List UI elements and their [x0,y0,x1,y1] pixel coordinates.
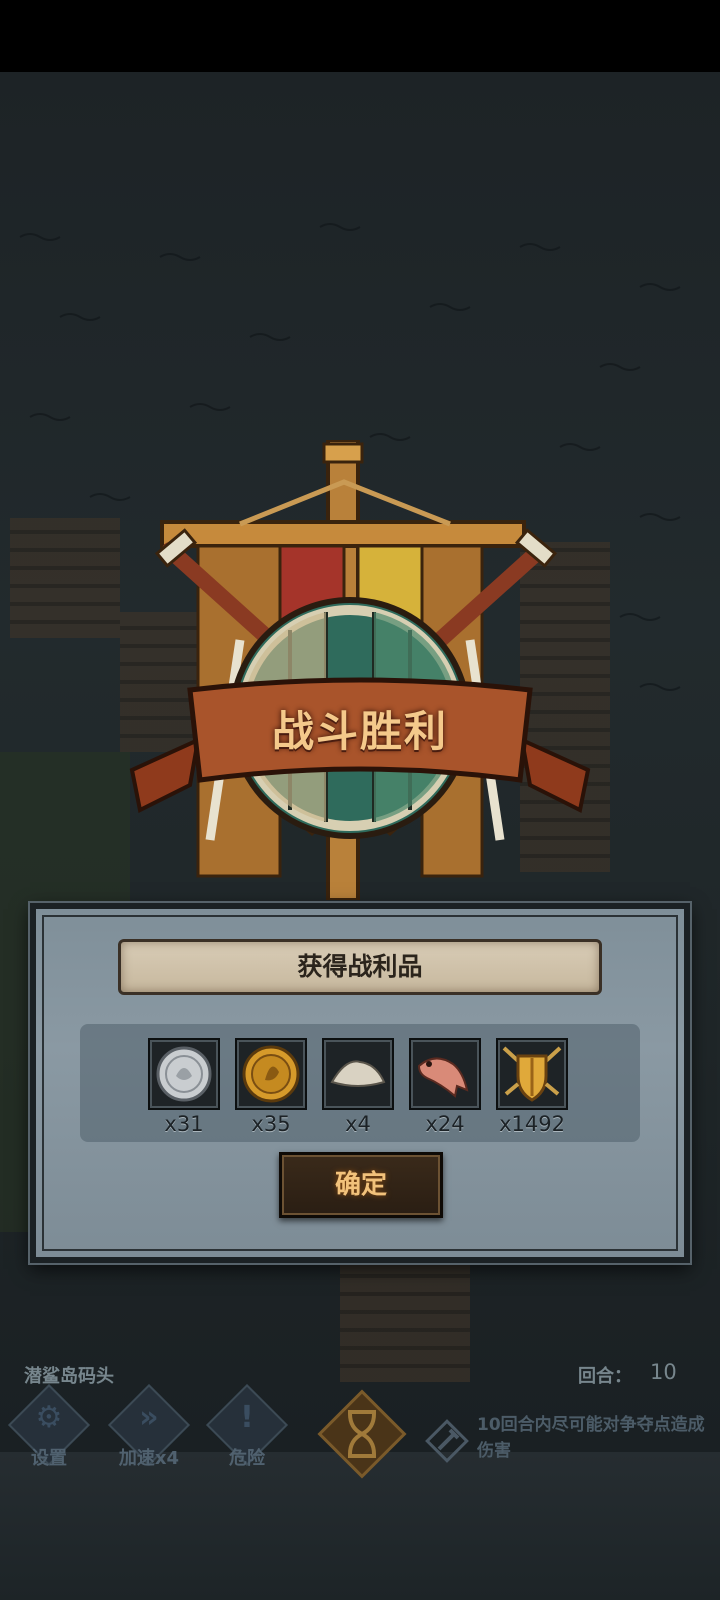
loot-item-fish[interactable]: x24 [407,1038,483,1138]
loot-count: x1492 [499,1112,565,1136]
location-name: 潜鲨岛码头 [24,1366,114,1387]
danger-exclamation-icon: ! [240,1400,254,1435]
danger-label: 危险 [229,1448,265,1469]
round-counter: 10 [650,1360,677,1384]
flour-pile-icon [322,1038,394,1110]
victory-banner: 战斗胜利 [120,438,600,902]
round-label: 回合： [578,1366,632,1387]
settings-label: 设置 [31,1448,67,1469]
loot-header-label: 获得战利品 [297,952,423,981]
loot-item-honor-emblem[interactable]: x1492 [494,1038,570,1138]
loot-header-plaque: 获得战利品 [118,939,602,995]
gear-icon: ⚙ [35,1400,63,1435]
silver-coin-icon [148,1038,220,1110]
confirm-button[interactable]: 确定 [279,1152,443,1218]
victory-title: 战斗胜利 [271,707,448,756]
wooden-dock-left [10,518,120,638]
loot-item-silver-coin[interactable]: x31 [146,1038,222,1138]
objective-hammer-icon [424,1418,470,1464]
top-status-bar [0,0,720,72]
speed-button[interactable]: » 加速x4 [106,1383,196,1472]
loot-item-gold-coin[interactable]: x35 [233,1038,309,1138]
fast-forward-icon: » [139,1400,159,1435]
loot-dialog: 获得战利品 x31 x35 x4 x24 x1492 确定 [30,903,690,1263]
confirm-button-label: 确定 [334,1170,387,1200]
gold-coin-icon [235,1038,307,1110]
loot-item-flour[interactable]: x4 [320,1038,396,1138]
objective-hint: 10回合内尽可能对争夺点造成伤害 [477,1415,705,1461]
end-turn-hourglass-button[interactable] [310,1382,414,1486]
speed-label: 加速x4 [118,1448,180,1469]
banner-crest-icon [129,438,591,902]
hourglass-icon [317,1389,407,1479]
settings-button[interactable]: ⚙ 设置 [6,1383,96,1472]
golden-shield-emblem-icon [496,1038,568,1110]
fish-icon [409,1038,481,1110]
danger-button[interactable]: ! 危险 [204,1383,294,1472]
loot-items-area: x31 x35 x4 x24 x1492 [80,1024,640,1142]
wooden-dock-bottom [340,1252,470,1382]
